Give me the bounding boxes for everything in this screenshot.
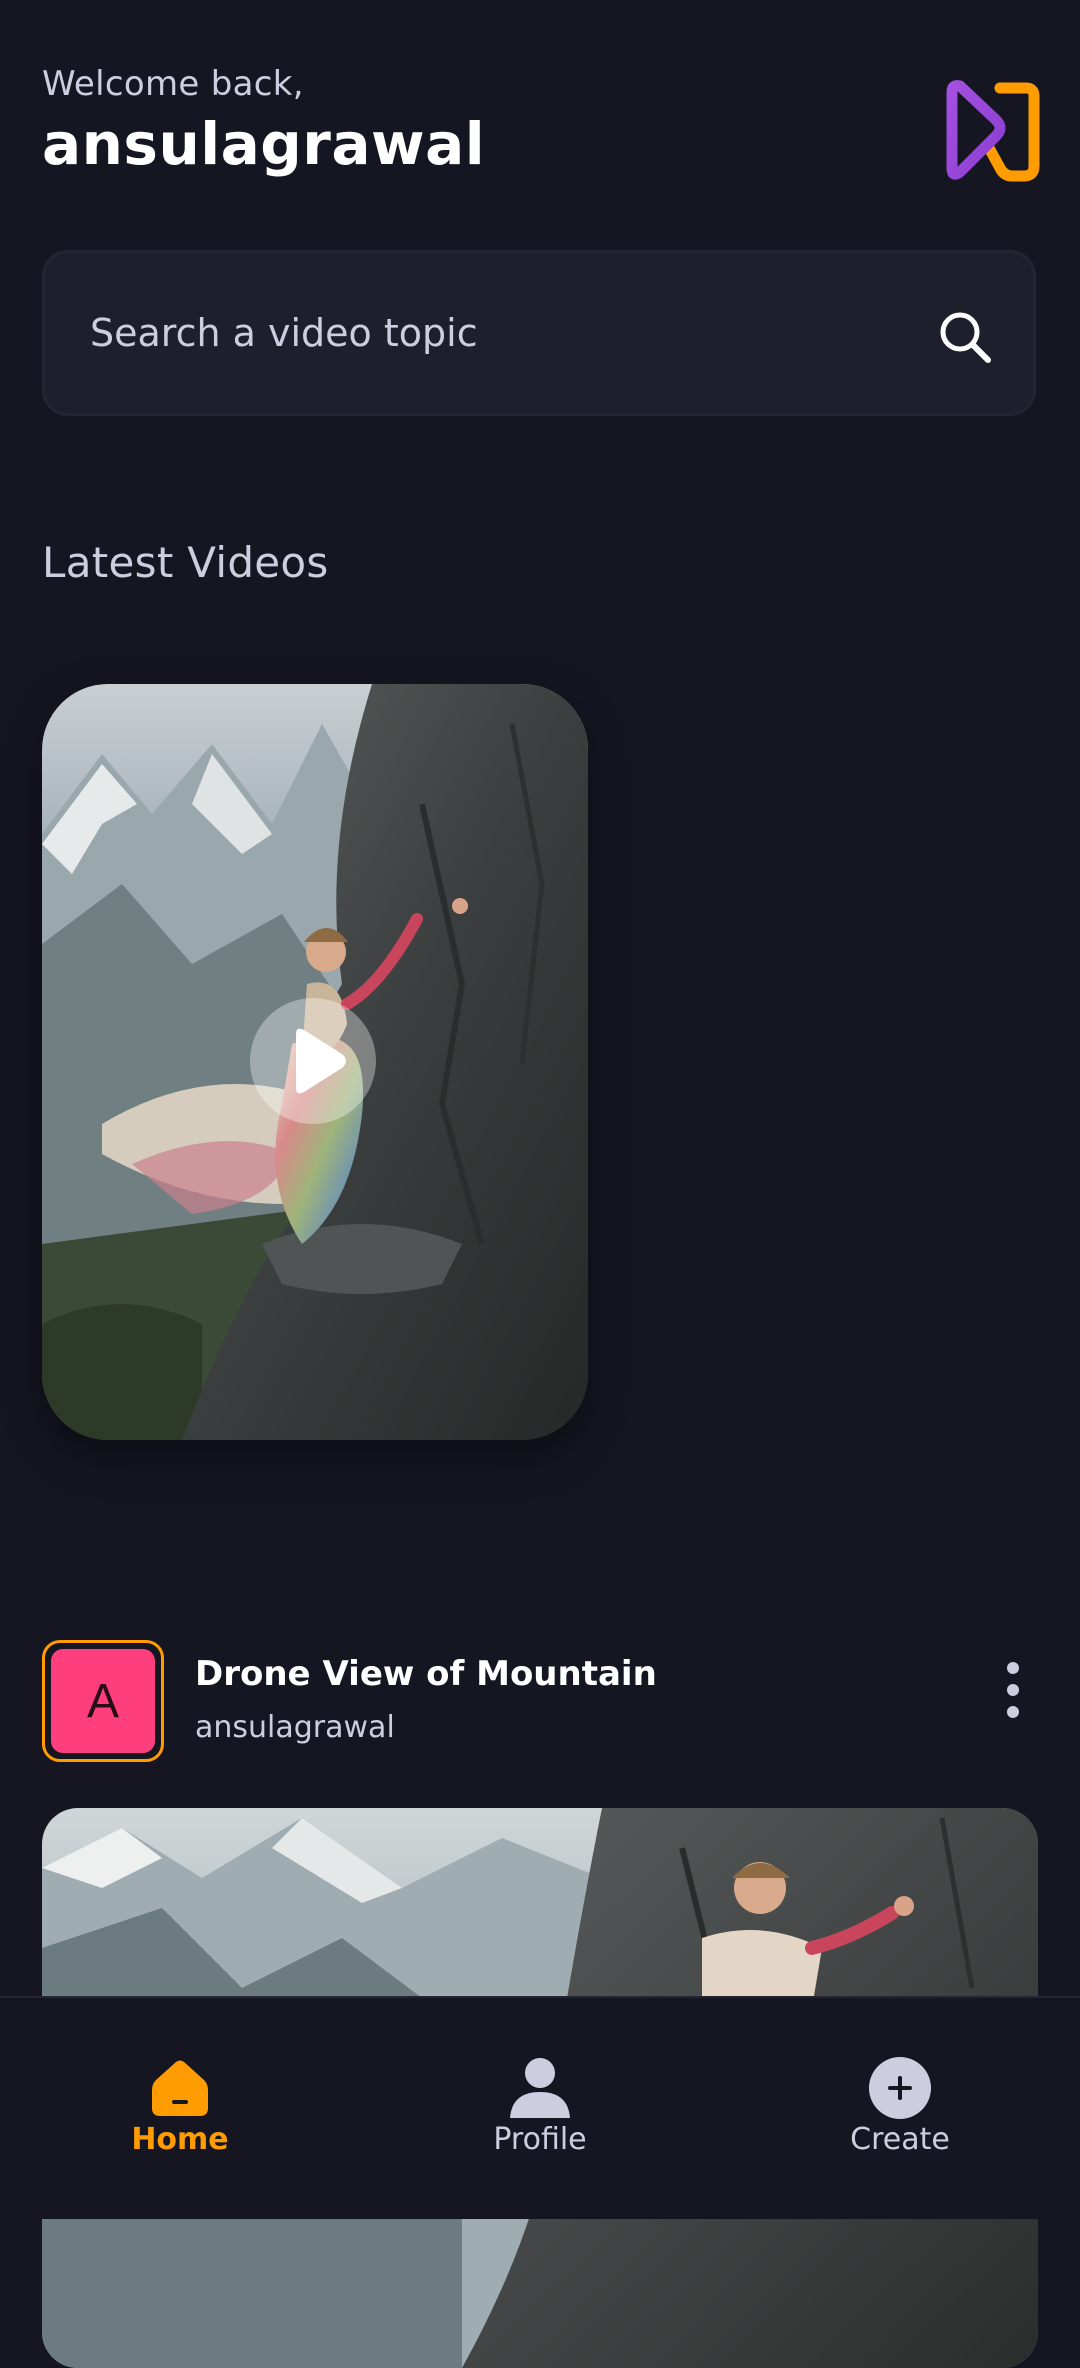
search-bar — [42, 250, 1036, 416]
video-creator: ansulagrawal — [195, 1710, 395, 1745]
welcome-text: Welcome back, — [42, 64, 304, 104]
tab-create[interactable]: Create — [750, 1998, 1050, 2219]
tab-create-label: Create — [850, 2122, 950, 2157]
app-logo-icon — [942, 76, 1040, 186]
tab-profile[interactable]: Profile — [390, 1998, 690, 2219]
tab-home[interactable]: Home — [30, 1998, 330, 2219]
profile-icon — [508, 2056, 572, 2124]
tab-profile-label: Profile — [493, 2122, 587, 2157]
avatar-letter: A — [51, 1649, 155, 1753]
play-icon — [296, 1028, 346, 1094]
trending-video-card[interactable] — [42, 684, 588, 1440]
latest-videos-heading: Latest Videos — [42, 538, 329, 587]
avatar[interactable]: A — [42, 1640, 164, 1762]
bottom-tab-bar: Home Profile Create — [0, 1996, 1080, 2219]
search-input[interactable] — [90, 253, 910, 413]
tab-home-label: Home — [131, 2122, 229, 2157]
search-icon[interactable] — [937, 309, 993, 365]
more-vertical-icon[interactable] — [996, 1660, 1030, 1720]
video-title: Drone View of Mountain — [195, 1654, 657, 1694]
plus-icon — [868, 2056, 932, 2124]
home-icon — [148, 2056, 212, 2122]
username-title: ansulagrawal — [42, 110, 486, 178]
play-button[interactable] — [250, 998, 376, 1124]
